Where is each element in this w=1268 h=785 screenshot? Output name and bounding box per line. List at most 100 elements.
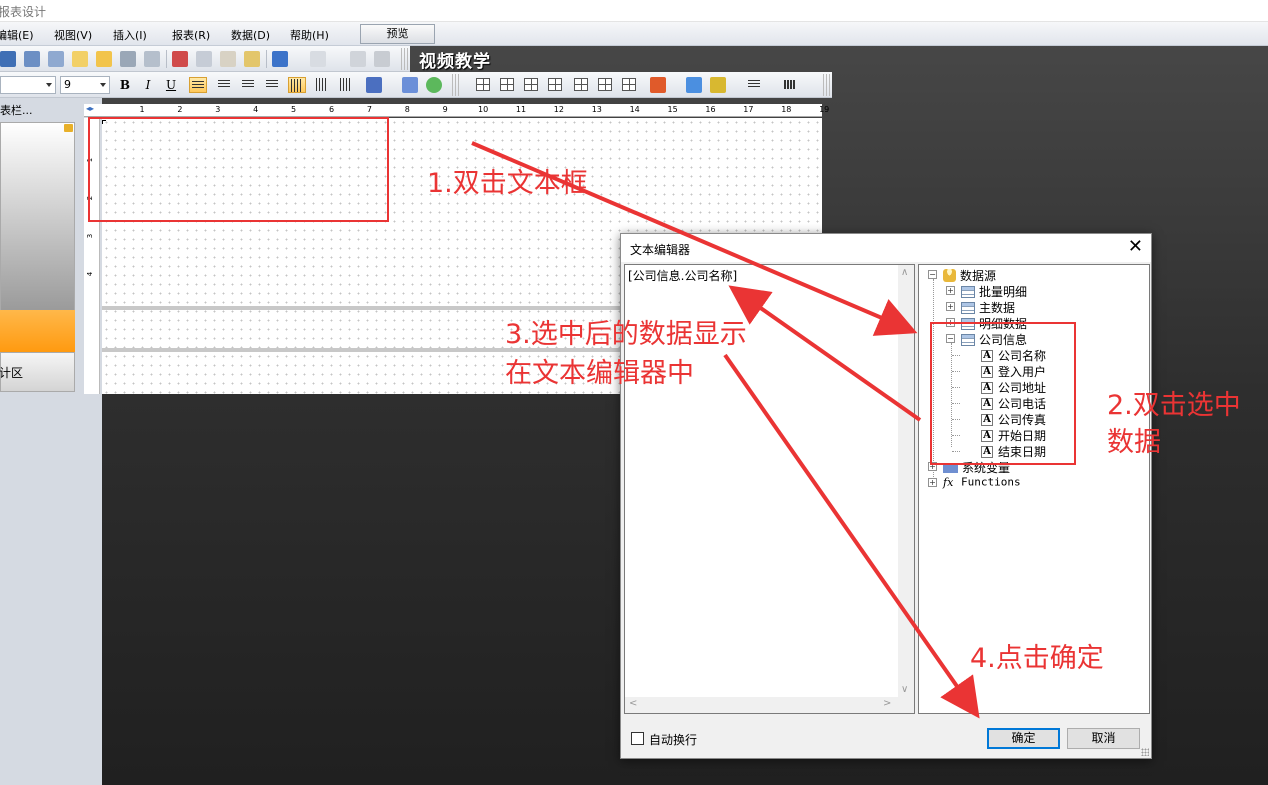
tree-node-functions[interactable]: fx Functions xyxy=(943,475,1021,491)
split-cells-icon[interactable] xyxy=(598,78,612,91)
cut-icon[interactable] xyxy=(172,51,188,67)
align-center-icon[interactable] xyxy=(218,80,230,89)
lock-icon[interactable] xyxy=(64,124,73,132)
line-style-icon[interactable] xyxy=(784,80,796,89)
table-icon xyxy=(961,301,975,314)
undo-icon[interactable] xyxy=(272,51,288,67)
ruler-tick-label: 5 xyxy=(291,105,297,114)
justify-icon[interactable] xyxy=(266,80,278,89)
line-color-icon[interactable] xyxy=(710,77,726,93)
valign-bottom-icon[interactable] xyxy=(340,78,352,91)
editor-vertical-scrollbar[interactable]: ∧ ∨ xyxy=(898,265,914,697)
format-painter-icon[interactable] xyxy=(244,51,260,67)
auto-wrap-checkbox[interactable] xyxy=(631,732,644,745)
text-highlight-icon[interactable] xyxy=(402,77,418,93)
border-all-icon[interactable] xyxy=(476,78,490,91)
tree-node-label: 批量明细 xyxy=(979,285,1028,299)
valign-middle-icon[interactable] xyxy=(316,78,328,91)
function-icon: fx xyxy=(943,475,954,489)
scroll-down-icon[interactable]: ∨ xyxy=(901,684,908,695)
tree-node-table[interactable]: 批量明细 xyxy=(961,283,1027,299)
print-preview-icon[interactable] xyxy=(48,51,64,67)
left-panel-band[interactable] xyxy=(0,122,75,312)
border-outer-icon[interactable] xyxy=(524,78,538,91)
annotation-box-textbox xyxy=(88,117,389,222)
calc-area-band[interactable]: 计区 xyxy=(0,352,75,392)
horizontal-ruler: ◂▸ 1 2 3 4 5 6 7 8 9 10 11 12 13 14 15 16 17 18 19 xyxy=(84,104,829,117)
annotation-step3-line2: 在文本编辑器中 xyxy=(505,358,694,389)
valign-top-icon[interactable] xyxy=(288,77,306,93)
menu-bar: 编辑(E) 视图(V) 插入(I) 报表(R) 数据(D) 帮助(H) 预览 xyxy=(0,22,1268,46)
tree-node-table[interactable]: 主数据 xyxy=(961,299,1015,315)
bold-icon[interactable]: B xyxy=(116,77,134,93)
save-all-icon[interactable] xyxy=(24,51,40,67)
cancel-button[interactable]: 取消 xyxy=(1067,728,1140,749)
toolbar-overflow-icon[interactable] xyxy=(401,48,409,70)
menu-insert[interactable]: 插入(I) xyxy=(113,27,147,43)
resize-grip-icon[interactable] xyxy=(1141,748,1149,756)
font-name-combo[interactable] xyxy=(0,76,56,94)
expression-text[interactable]: [公司信息.公司名称] xyxy=(628,267,737,284)
preview-button[interactable]: 预览 xyxy=(360,24,435,44)
bring-front-icon[interactable] xyxy=(350,51,366,67)
ruler-tick-label: 1 xyxy=(139,105,145,114)
window-title: 报表设计 xyxy=(0,5,47,19)
scroll-up-icon[interactable]: ∧ xyxy=(901,267,908,278)
toolbar-overflow-icon[interactable] xyxy=(823,74,831,96)
align-left-icon[interactable] xyxy=(189,77,207,93)
ruler-tick-label: 16 xyxy=(705,105,716,114)
underline-icon[interactable]: U xyxy=(162,77,180,93)
expand-icon[interactable]: + xyxy=(946,302,955,311)
annotation-step3-line1: 3.选中后的数据显示 xyxy=(505,319,747,350)
ruler-tick-label: 13 xyxy=(591,105,602,114)
scroll-left-icon[interactable]: < xyxy=(629,698,637,709)
new-icon[interactable] xyxy=(72,51,88,67)
menu-data[interactable]: 数据(D) xyxy=(231,27,270,43)
edit-icon[interactable] xyxy=(144,51,160,67)
font-color-icon[interactable] xyxy=(366,77,382,93)
save-icon[interactable] xyxy=(0,51,16,67)
image-icon[interactable] xyxy=(120,51,136,67)
send-back-icon[interactable] xyxy=(374,51,390,67)
calc-area-label: 计区 xyxy=(0,366,24,380)
border-none-icon[interactable] xyxy=(548,78,562,91)
tree-node-datasource[interactable]: 数据源 xyxy=(943,267,996,283)
table-props-icon[interactable] xyxy=(622,78,636,91)
collapse-icon[interactable]: − xyxy=(928,270,937,279)
scroll-right-icon[interactable]: > xyxy=(883,698,891,709)
paste-icon[interactable] xyxy=(220,51,236,67)
open-icon[interactable] xyxy=(96,51,112,67)
expand-icon[interactable]: + xyxy=(946,286,955,295)
dialog-title: 文本编辑器 xyxy=(630,243,691,257)
ruler-tick-label: 11 xyxy=(515,105,527,114)
expand-icon[interactable]: + xyxy=(928,478,937,487)
italic-icon[interactable]: I xyxy=(139,77,157,93)
align-right-icon[interactable] xyxy=(242,80,254,89)
title-bar: 报表设计 xyxy=(0,0,1268,22)
editor-horizontal-scrollbar[interactable]: < > xyxy=(625,697,914,713)
text-editor-dialog: 文本编辑器 ✕ [公司信息.公司名称] ∧ ∨ < > − 数据源 + 批量明细… xyxy=(620,233,1152,759)
menu-report[interactable]: 报表(R) xyxy=(172,27,210,43)
ruler-tick-label: 19 xyxy=(819,105,830,114)
ok-button[interactable]: 确定 xyxy=(987,728,1060,749)
font-size-combo[interactable]: 9 xyxy=(60,76,110,94)
line-weight-icon[interactable] xyxy=(748,80,760,87)
border-color-icon[interactable] xyxy=(686,77,702,93)
close-icon[interactable]: ✕ xyxy=(1128,237,1143,257)
dialog-title-bar: 文本编辑器 ✕ xyxy=(621,234,1151,262)
redo-icon[interactable] xyxy=(310,51,326,67)
menu-help[interactable]: 帮助(H) xyxy=(290,27,329,43)
copy-icon[interactable] xyxy=(196,51,212,67)
ruler-tick-label: 14 xyxy=(629,105,640,114)
selected-band[interactable] xyxy=(0,310,75,352)
refresh-icon[interactable] xyxy=(426,77,442,93)
menu-edit[interactable]: 编辑(E) xyxy=(0,27,34,43)
database-icon xyxy=(943,269,956,282)
fill-color-icon[interactable] xyxy=(650,77,666,93)
annotation-step2-line2: 数据 xyxy=(1107,427,1161,458)
video-teaching-link[interactable]: 视频教学 xyxy=(419,47,491,72)
border-inner-icon[interactable] xyxy=(500,78,514,91)
merge-cells-icon[interactable] xyxy=(574,78,588,91)
ruler-tick-label: 3 xyxy=(215,105,221,114)
menu-view[interactable]: 视图(V) xyxy=(54,27,92,43)
